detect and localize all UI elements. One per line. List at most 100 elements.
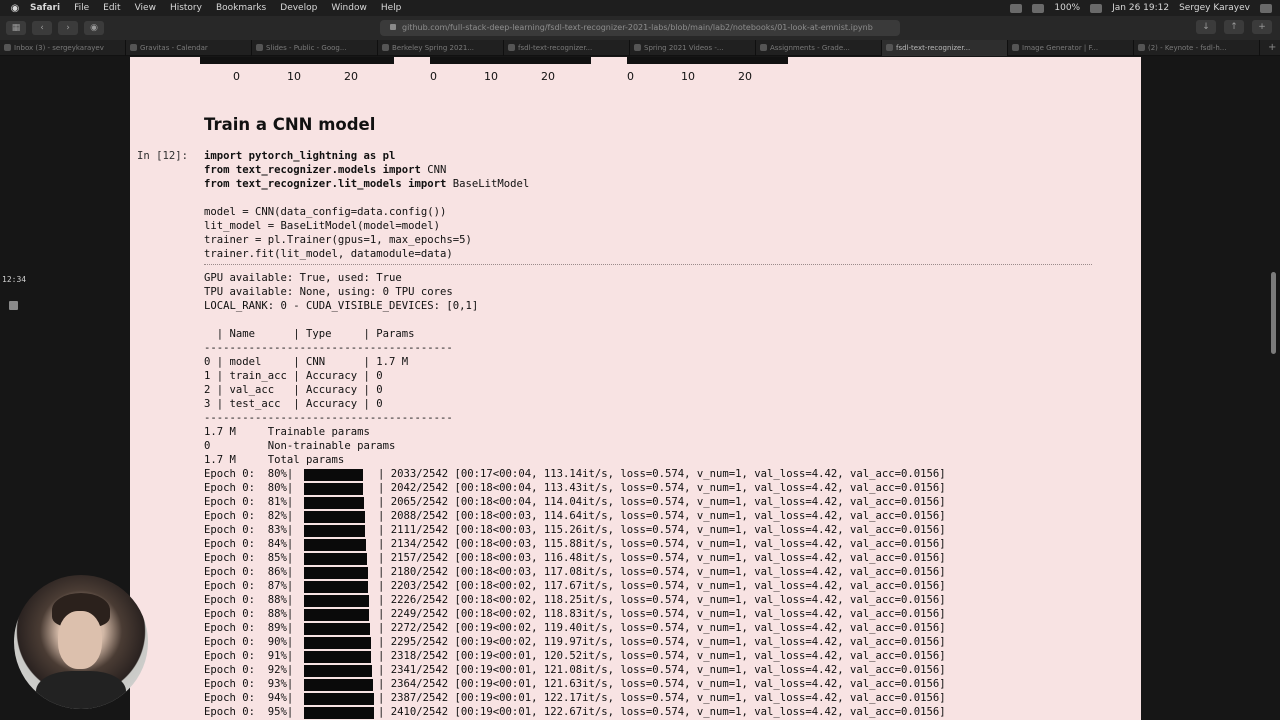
epoch-stats: | 2249/2542 [00:18<00:02, 118.83it/s, lo…	[378, 608, 946, 620]
menu-develop[interactable]: Develop	[280, 3, 317, 13]
code-line[interactable]: trainer.fit(lit_model, datamodule=data)	[204, 248, 453, 260]
model-summary-row: 3 | test_acc | Accuracy | 0	[204, 398, 383, 410]
tab-image-generator[interactable]: Image Generator | F...	[1008, 40, 1134, 56]
github-icon	[886, 44, 893, 51]
model-summary-rule: ---------------------------------------	[204, 412, 453, 424]
params-line: 1.7 M Total params	[204, 454, 345, 466]
sidebar-toggle-icon[interactable]: ▦	[6, 21, 26, 35]
epoch-stats: | 2157/2542 [00:18<00:03, 116.48it/s, lo…	[378, 552, 946, 564]
battery-icon[interactable]	[1090, 3, 1103, 13]
page-scrollbar[interactable]	[1271, 272, 1276, 354]
plot-frame-bottom-1	[200, 57, 394, 64]
epoch-label: Epoch 0: 87%|	[204, 580, 294, 592]
tab-assignments[interactable]: Assignments - Grade...	[756, 40, 882, 56]
epoch-label: Epoch 0: 92%|	[204, 664, 294, 676]
extension-icon[interactable]: ◉	[84, 21, 104, 35]
globe-icon	[634, 44, 641, 51]
stop-recording-icon[interactable]	[9, 301, 18, 310]
tick-label: 20	[738, 70, 752, 83]
share-icon[interactable]: ↑	[1224, 20, 1244, 34]
cloud-icon[interactable]	[1010, 3, 1023, 13]
code-line-import[interactable]: from text_recognizer.lit_models import B…	[204, 178, 529, 190]
slides-icon	[256, 44, 263, 51]
menu-app-name[interactable]: Safari	[30, 3, 60, 13]
progress-bar-fill	[304, 483, 363, 495]
tab-calendar[interactable]: Gravitas - Calendar	[126, 40, 252, 56]
section-heading: Train a CNN model	[204, 115, 376, 134]
tab-github-active[interactable]: fsdl-text-recognizer...	[882, 40, 1008, 56]
tick-label: 0	[627, 70, 634, 83]
code-line[interactable]: model = CNN(data_config=data.config())	[204, 206, 446, 218]
plot-frame-bottom-3	[627, 57, 788, 64]
tab-berkeley[interactable]: Berkeley Spring 2021...	[378, 40, 504, 56]
progress-bar-fill	[304, 553, 367, 565]
tick-label: 20	[344, 70, 358, 83]
epoch-label: Epoch 0: 82%|	[204, 510, 294, 522]
control-center-icon[interactable]	[1260, 3, 1272, 13]
epoch-label: Epoch 0: 91%|	[204, 650, 294, 662]
add-tab-icon[interactable]: +	[1260, 40, 1276, 55]
menu-history[interactable]: History	[170, 3, 202, 13]
battery-percent[interactable]: 100%	[1054, 3, 1080, 13]
epoch-stats: | 2272/2542 [00:19<00:02, 119.40it/s, lo…	[378, 622, 946, 634]
browser-toolbar: ▦ ‹ › ◉ github.com/full-stack-deep-learn…	[0, 16, 1280, 40]
menu-help[interactable]: Help	[381, 3, 402, 13]
epoch-stats: | 2364/2542 [00:19<00:01, 121.63it/s, lo…	[378, 678, 946, 690]
progress-bar-fill	[304, 679, 373, 691]
address-url: github.com/full-stack-deep-learning/fsdl…	[402, 23, 873, 32]
epoch-label: Epoch 0: 90%|	[204, 636, 294, 648]
tick-label: 10	[681, 70, 695, 83]
downloads-icon[interactable]: ↓	[1196, 20, 1216, 34]
epoch-label: Epoch 0: 86%|	[204, 566, 294, 578]
code-line[interactable]: lit_model = BaseLitModel(model=model)	[204, 220, 440, 232]
epoch-stats: | 2226/2542 [00:18<00:02, 118.25it/s, lo…	[378, 594, 946, 606]
menu-edit[interactable]: Edit	[103, 3, 120, 13]
back-icon[interactable]: ‹	[32, 21, 52, 35]
menu-bookmarks[interactable]: Bookmarks	[216, 3, 266, 13]
apple-icon[interactable]: ◉	[0, 3, 30, 14]
menu-window[interactable]: Window	[331, 3, 367, 13]
menu-user[interactable]: Sergey Karayev	[1179, 3, 1250, 13]
progress-bar-fill	[304, 595, 369, 607]
progress-bar-fill	[304, 511, 365, 523]
tab-slides[interactable]: Slides - Public - Goog...	[252, 40, 378, 56]
code-line[interactable]: trainer = pl.Trainer(gpus=1, max_epochs=…	[204, 234, 472, 246]
epoch-stats: | 2088/2542 [00:18<00:03, 114.64it/s, lo…	[378, 510, 946, 522]
model-summary-rule: ---------------------------------------	[204, 342, 453, 354]
code-line-import[interactable]: from text_recognizer.models import CNN	[204, 164, 446, 176]
tab-github-1[interactable]: fsdl-text-recognizer...	[504, 40, 630, 56]
tick-label: 10	[287, 70, 301, 83]
output-line: TPU available: None, using: 0 TPU cores	[204, 286, 453, 298]
code-line-import[interactable]: import pytorch_lightning as pl	[204, 150, 395, 162]
output-separator	[204, 264, 1092, 265]
progress-bar-fill	[304, 469, 363, 481]
menu-bar: ◉ Safari File Edit View History Bookmark…	[0, 0, 1280, 16]
epoch-stats: | 2111/2542 [00:18<00:03, 115.26it/s, lo…	[378, 524, 946, 536]
menu-clock[interactable]: Jan 26 19:12	[1112, 3, 1169, 13]
progress-bar-fill	[304, 581, 368, 593]
epoch-stats: | 2042/2542 [00:18<00:04, 113.43it/s, lo…	[378, 482, 946, 494]
tick-label: 0	[233, 70, 240, 83]
model-summary-row: 0 | model | CNN | 1.7 M	[204, 356, 409, 368]
output-line: GPU available: True, used: True	[204, 272, 402, 284]
epoch-label: Epoch 0: 80%|	[204, 482, 294, 494]
doc-icon	[382, 44, 389, 51]
lock-icon	[390, 24, 396, 30]
wifi-icon[interactable]	[1032, 3, 1045, 13]
epoch-label: Epoch 0: 94%|	[204, 692, 294, 704]
menu-view[interactable]: View	[135, 3, 156, 13]
epoch-stats: | 2134/2542 [00:18<00:03, 115.88it/s, lo…	[378, 538, 946, 550]
epoch-label: Epoch 0: 89%|	[204, 622, 294, 634]
epoch-label: Epoch 0: 88%|	[204, 608, 294, 620]
tab-videos[interactable]: Spring 2021 Videos -...	[630, 40, 756, 56]
epoch-stats: | 2341/2542 [00:19<00:01, 121.08it/s, lo…	[378, 664, 946, 676]
tab-gmail[interactable]: Inbox (3) - sergeykarayev	[0, 40, 126, 56]
forward-icon[interactable]: ›	[58, 21, 78, 35]
tick-label: 20	[541, 70, 555, 83]
address-bar[interactable]: github.com/full-stack-deep-learning/fsdl…	[380, 20, 900, 36]
webcam-shirt	[36, 671, 126, 709]
new-tab-icon[interactable]: +	[1252, 20, 1272, 34]
tab-keynote[interactable]: (2) - Keynote - fsdl-h...	[1134, 40, 1260, 56]
keynote-icon	[1138, 44, 1145, 51]
menu-file[interactable]: File	[74, 3, 89, 13]
